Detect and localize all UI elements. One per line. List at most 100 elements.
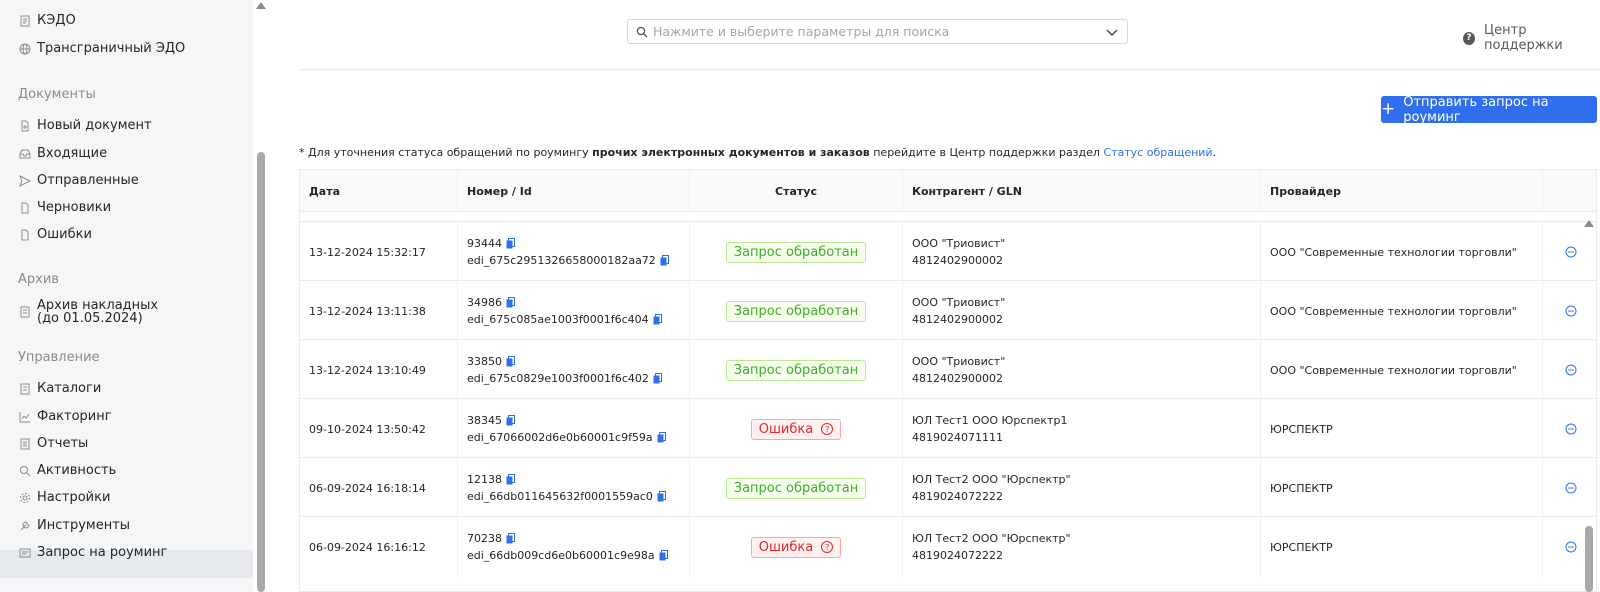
chat-icon[interactable] (1565, 305, 1577, 317)
sidebar-item-roaming-request[interactable]: Запрос на роуминг (18, 545, 167, 560)
date-text: 09-10-2024 13:50:42 (309, 422, 426, 436)
cell-date: 09-10-2024 13:50:42 (300, 399, 458, 459)
column-header-number[interactable]: Номер / Id (458, 170, 690, 212)
roaming-status-note: * Для уточнения статуса обращений по роу… (299, 146, 1216, 159)
send-icon (18, 174, 31, 187)
send-roaming-request-button[interactable]: + Отправить запрос на роуминг (1381, 94, 1597, 125)
status-text: Запрос обработан (733, 303, 859, 319)
copy-icon[interactable] (506, 474, 515, 485)
cell-status: Запрос обработан (690, 281, 903, 341)
send-roaming-request-label: Отправить запрос на роуминг (1403, 94, 1549, 125)
request-id: edi_66db009cd6e0b60001c9e98a (467, 549, 655, 562)
copy-icon[interactable] (657, 432, 666, 443)
counterparty-name: ЮЛ Тест1 ООО Юрспектр1 (912, 414, 1068, 427)
roaming-icon (18, 546, 31, 559)
sidebar-item-reports[interactable]: Отчеты (18, 436, 88, 451)
sidebar-item-invoice-archive[interactable]: Архив накладных (до 01.05.2024) (18, 299, 158, 325)
cell-provider: ЮРСПЕКТР (1261, 399, 1543, 459)
sidebar-item-label: Настройки (37, 490, 111, 505)
sidebar-item-kedo[interactable]: КЭДО (18, 13, 76, 28)
counterparty-gln: 4812402900002 (912, 254, 1003, 267)
column-header-status[interactable]: Статус (690, 170, 903, 212)
copy-icon[interactable] (660, 255, 669, 266)
question-circle-icon[interactable]: ? (821, 423, 834, 435)
scroll-up-arrow-icon[interactable] (1584, 220, 1594, 227)
chat-icon[interactable] (1565, 246, 1577, 258)
sidebar-item-settings[interactable]: Настройки (18, 490, 110, 505)
copy-icon[interactable] (506, 415, 515, 426)
copy-icon[interactable] (506, 533, 515, 544)
sidebar-item-label: Активность (37, 463, 117, 478)
counterparty-gln: 4819024071111 (912, 431, 1003, 444)
sidebar-item-label: Входящие (37, 146, 108, 161)
sidebar-item-catalogs[interactable]: Каталоги (18, 381, 101, 396)
sidebar-item-sent[interactable]: Отправленные (18, 173, 139, 188)
copy-icon[interactable] (653, 314, 662, 325)
sidebar-item-inbox[interactable]: Входящие (18, 146, 107, 161)
sidebar-item-tools[interactable]: Инструменты (18, 518, 130, 533)
status-text: Запрос обработан (733, 480, 859, 496)
counterparty-gln: 4819024072222 (912, 549, 1003, 562)
column-header-actions (1543, 170, 1596, 212)
copy-icon[interactable] (506, 238, 515, 249)
table-row[interactable]: 09-10-2024 13:50:42 38345 edi_67066002d6… (300, 398, 1596, 459)
column-header-date[interactable]: Дата (300, 170, 458, 212)
request-number: 33850 (467, 355, 502, 368)
question-circle-icon[interactable]: ? (821, 541, 834, 553)
chat-icon[interactable] (1565, 541, 1577, 553)
counterparty-name: ЮЛ Тест2 ООО "Юрспектр" (912, 532, 1071, 545)
status-text: Запрос обработан (733, 362, 859, 378)
search-input[interactable]: Нажмите и выберите параметры для поиска (627, 19, 1128, 44)
date-text: 13-12-2024 13:11:38 (309, 304, 426, 318)
cell-provider: ЮРСПЕКТР (1261, 517, 1543, 577)
request-id: edi_675c2951326658000182aa72 (467, 254, 656, 267)
provider-name: ООО "Современные технологии торговли" (1270, 363, 1517, 377)
sidebar-item-errors[interactable]: Ошибки (18, 227, 92, 242)
status-badge: Запрос обработан (725, 359, 867, 381)
status-text: Ошибка (758, 421, 814, 437)
copy-icon[interactable] (506, 297, 515, 308)
number-line: 12138 (467, 471, 689, 488)
sidebar-item-new-document[interactable]: Новый документ (18, 118, 152, 133)
table-row[interactable]: 13-12-2024 15:32:17 93444 edi_675c295132… (300, 221, 1596, 282)
copy-icon[interactable] (659, 550, 668, 561)
counterparty-name: ЮЛ Тест2 ООО "Юрспектр" (912, 473, 1071, 486)
support-center-link[interactable]: ? Центр поддержки (1463, 23, 1600, 53)
copy-icon[interactable] (657, 491, 666, 502)
note-suffix: . (1212, 146, 1217, 159)
sidebar-item-label: Каталоги (37, 381, 102, 396)
sidebar-item-factoring[interactable]: Факторинг (18, 409, 112, 424)
table-scrollbar-thumb[interactable] (1585, 526, 1593, 592)
table-row[interactable]: 06-09-2024 16:16:12 70238 edi_66db009cd6… (300, 516, 1596, 577)
sidebar-item-crossborder-edo[interactable]: Трансграничный ЭДО (18, 41, 185, 56)
cell-actions (1543, 458, 1596, 518)
copy-icon[interactable] (506, 356, 515, 367)
sidebar-scrollbar-thumb[interactable] (257, 152, 265, 592)
cell-provider: ЮРСПЕКТР (1261, 458, 1543, 518)
table-row[interactable]: 13-12-2024 13:11:38 34986 edi_675c085ae1… (300, 280, 1596, 341)
chat-icon[interactable] (1565, 482, 1577, 494)
sidebar-item-label: Трансграничный ЭДО (37, 41, 186, 56)
chevron-down-icon[interactable] (1105, 25, 1119, 39)
request-number: 70238 (467, 532, 502, 545)
sidebar-item-label: Новый документ (37, 118, 152, 133)
scroll-up-arrow-icon[interactable] (256, 2, 266, 9)
cell-status: Запрос обработан (690, 458, 903, 518)
status-badge: Запрос обработан (725, 241, 867, 263)
chat-icon[interactable] (1565, 364, 1577, 376)
search-icon (18, 464, 31, 477)
table-row[interactable]: 06-09-2024 16:18:14 12138 edi_66db011645… (300, 457, 1596, 518)
table-row[interactable]: 13-12-2024 13:10:49 33850 edi_675c0829e1… (300, 339, 1596, 400)
status-requests-link[interactable]: Статус обращений (1103, 146, 1212, 159)
date-text: 13-12-2024 13:10:49 (309, 363, 426, 377)
counterparty-gln: 4812402900002 (912, 372, 1003, 385)
cell-actions (1543, 399, 1596, 459)
chat-icon[interactable] (1565, 423, 1577, 435)
copy-icon[interactable] (653, 373, 662, 384)
id-line: edi_675c085ae1003f0001f6c404 (467, 311, 689, 328)
column-header-provider[interactable]: Провайдер (1261, 170, 1543, 212)
id-line: edi_67066002d6e0b60001c9f59a (467, 429, 689, 446)
sidebar-item-drafts[interactable]: Черновики (18, 200, 111, 215)
sidebar-item-activity[interactable]: Активность (18, 463, 116, 478)
column-header-counterparty[interactable]: Контрагент / GLN (903, 170, 1261, 212)
